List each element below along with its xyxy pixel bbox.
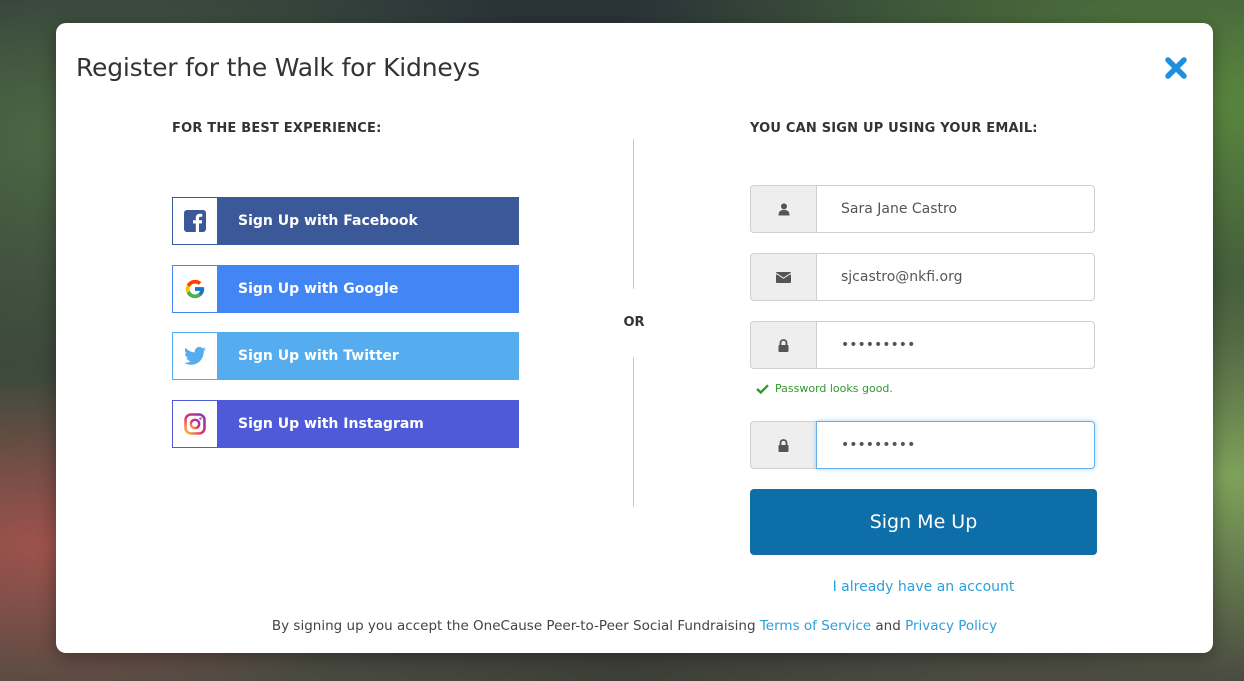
- social-section-heading: FOR THE BEST EXPERIENCE:: [172, 121, 382, 136]
- confirm-password-field-group: [750, 421, 1095, 469]
- twitter-signup-button[interactable]: Sign Up with Twitter: [172, 332, 519, 380]
- envelope-icon: [750, 253, 816, 301]
- password-input[interactable]: [816, 321, 1095, 369]
- legal-notice: By signing up you accept the OneCause Pe…: [56, 618, 1213, 634]
- divider-line-bottom: [633, 357, 634, 507]
- password-field-group: [750, 321, 1095, 369]
- google-signup-label: Sign Up with Google: [218, 265, 519, 313]
- divider-line-top: [633, 139, 634, 289]
- email-input[interactable]: [816, 253, 1095, 301]
- login-link[interactable]: I already have an account: [750, 579, 1097, 595]
- facebook-signup-label: Sign Up with Facebook: [218, 197, 519, 245]
- instagram-signup-button[interactable]: Sign Up with Instagram: [172, 400, 519, 448]
- password-status-text: Password looks good.: [775, 382, 893, 395]
- user-icon: [750, 185, 816, 233]
- confirm-password-input[interactable]: [816, 421, 1095, 469]
- twitter-icon: [172, 332, 218, 380]
- lock-icon: [750, 321, 816, 369]
- email-section-heading: YOU CAN SIGN UP USING YOUR EMAIL:: [750, 121, 1038, 136]
- checkmark-icon: [756, 383, 769, 394]
- google-signup-button[interactable]: Sign Up with Google: [172, 265, 519, 313]
- google-icon: [172, 265, 218, 313]
- legal-text: By signing up you accept the OneCause Pe…: [271, 618, 760, 634]
- modal-title: Register for the Walk for Kidneys: [76, 53, 480, 82]
- instagram-signup-label: Sign Up with Instagram: [218, 400, 519, 448]
- lock-icon: [750, 421, 816, 469]
- password-status: Password looks good.: [756, 382, 893, 395]
- facebook-signup-button[interactable]: Sign Up with Facebook: [172, 197, 519, 245]
- or-label: OR: [623, 315, 645, 330]
- close-icon[interactable]: [1164, 56, 1188, 80]
- facebook-icon: [172, 197, 218, 245]
- register-modal: Register for the Walk for Kidneys FOR TH…: [56, 23, 1213, 653]
- sign-me-up-button[interactable]: Sign Me Up: [750, 489, 1097, 555]
- twitter-signup-label: Sign Up with Twitter: [218, 332, 519, 380]
- name-field-group: [750, 185, 1095, 233]
- full-name-input[interactable]: [816, 185, 1095, 233]
- email-field-group: [750, 253, 1095, 301]
- legal-and-text: and: [871, 618, 906, 634]
- privacy-policy-link[interactable]: Privacy Policy: [905, 618, 997, 634]
- instagram-icon: [172, 400, 218, 448]
- terms-of-service-link[interactable]: Terms of Service: [760, 618, 871, 634]
